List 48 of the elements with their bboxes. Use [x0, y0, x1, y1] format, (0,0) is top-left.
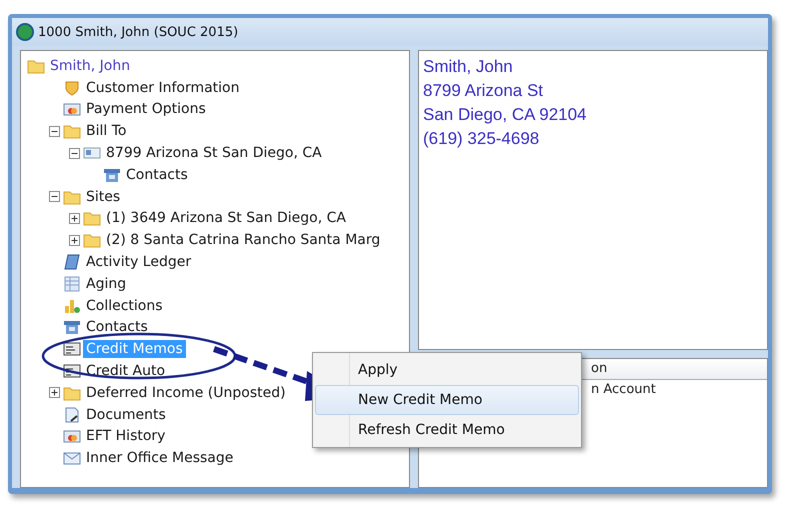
collapse-toggle[interactable]	[48, 191, 60, 202]
memo-icon	[63, 341, 81, 358]
tree-item[interactable]: (1) 3649 Arizona St San Diego, CA	[103, 209, 350, 228]
folder-icon	[63, 123, 81, 140]
tree-item[interactable]: 8799 Arizona St San Diego, CA	[103, 144, 325, 162]
tree-item[interactable]: Bill To	[83, 122, 130, 140]
folder-icon	[63, 188, 81, 205]
detail-line: 8799 Arizona St	[423, 80, 544, 102]
card-icon	[63, 101, 81, 118]
expand-toggle[interactable]	[68, 212, 80, 224]
expand-toggle[interactable]	[68, 234, 80, 246]
tree-item[interactable]: Contacts	[83, 318, 151, 336]
tree-item[interactable]: Sites	[83, 188, 124, 206]
tree-item[interactable]: Collections	[83, 296, 166, 315]
tree-item[interactable]: Documents	[83, 406, 169, 424]
window-title: 1000 Smith, John (SOUC 2015)	[38, 24, 238, 40]
tree-item[interactable]: Inner Office Message	[83, 449, 236, 468]
detail-line: Smith, John	[423, 56, 514, 78]
bar-chart-icon	[63, 298, 81, 314]
detail-line: San Diego, CA 92104	[423, 104, 588, 126]
table-icon	[63, 276, 81, 292]
menu-item[interactable]: Refresh Credit Memo	[315, 415, 579, 445]
tree-item[interactable]: (2) 8 Santa Catrina Rancho Santa Marg	[103, 231, 384, 250]
grid-cell-text: n Account	[591, 381, 656, 399]
document-icon	[63, 406, 81, 423]
folder-icon	[83, 210, 101, 226]
tree-item[interactable]: Contacts	[123, 166, 191, 184]
menu-item[interactable]: New Credit Memo	[315, 385, 579, 415]
folder-icon	[83, 232, 101, 248]
shield-icon	[63, 80, 81, 96]
tree-item[interactable]: Credit Auto	[83, 362, 168, 380]
tree-item[interactable]: Customer Information	[83, 78, 242, 97]
folder-icon	[27, 58, 45, 74]
tree-item[interactable]: Aging	[83, 274, 130, 293]
tree-item[interactable]: Smith, John	[47, 56, 134, 75]
envelope-icon	[63, 450, 81, 466]
detail-line: (619) 325-4698	[423, 128, 540, 150]
expand-toggle[interactable]	[48, 387, 60, 398]
address-card-icon	[83, 145, 101, 162]
folder-icon	[63, 384, 81, 401]
tree-item[interactable]: Activity Ledger	[83, 253, 194, 272]
app-logo-icon	[16, 23, 34, 41]
tree-item[interactable]: EFT History	[83, 427, 168, 446]
collapse-toggle[interactable]	[68, 148, 80, 159]
tree-item[interactable]: Deferred Income (Unposted)	[83, 384, 289, 402]
tree-item[interactable]: Payment Options	[83, 100, 209, 118]
collapse-toggle[interactable]	[48, 126, 60, 137]
card-icon	[63, 428, 81, 444]
